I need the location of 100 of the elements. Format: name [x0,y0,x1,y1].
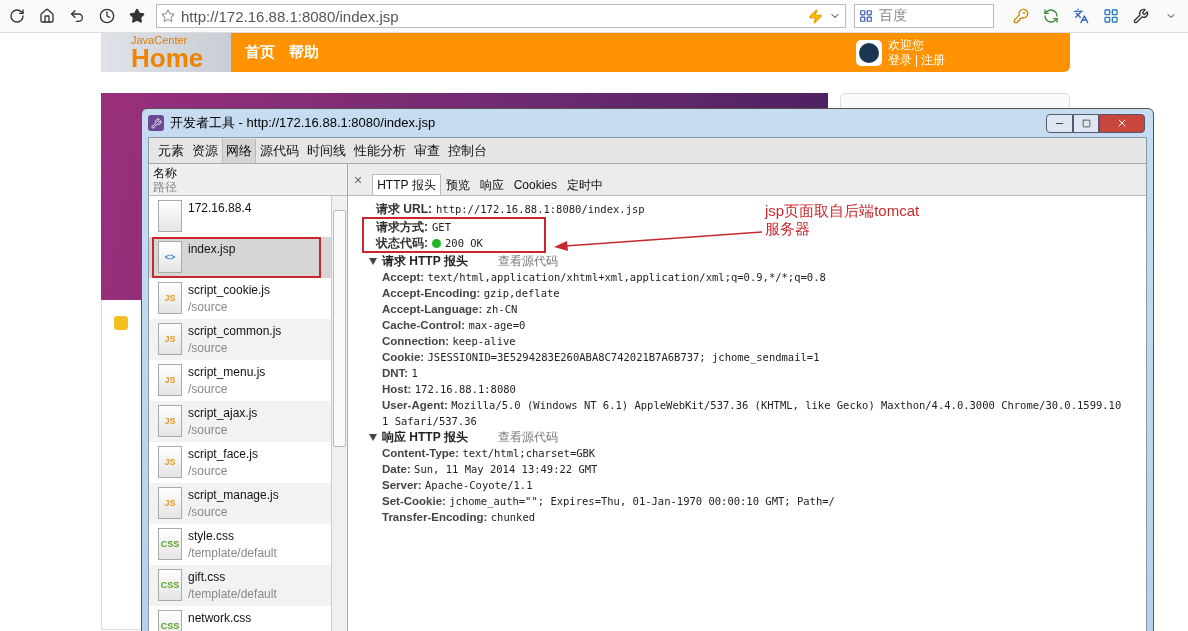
grid-icon [1103,8,1119,24]
request-name: style.css [188,528,235,545]
header-line: Server: Apache-Coyote/1.1 [382,478,534,493]
separator-text: | [914,52,918,68]
header-line: Accept: text/html,application/xhtml+xml,application/xml;q=0.9,*/*;q=0.8 [382,270,827,285]
panel-tab[interactable]: 审查 [410,138,444,163]
key-icon [1013,8,1029,24]
header-line: Transfer-Encoding: chunked [382,510,537,525]
detail-tab[interactable]: 预览 [440,174,475,195]
js-file-icon: JS [158,446,182,478]
panel-tab[interactable]: 源代码 [256,138,303,163]
expand-toggle[interactable] [368,256,378,266]
request-name: script_common.js [188,323,282,340]
request-name: index.jsp [188,241,236,258]
field-value: 200 OK [445,236,483,251]
star-icon [129,8,145,24]
maximize-button[interactable] [1073,113,1099,133]
request-name: script_cookie.js [188,282,271,299]
header-line: Set-Cookie: jchome_auth=""; Expires=Thu, 01-Jan-1970 00:00:10 GMT; Path=/ [382,494,836,509]
code-file-icon: <> [158,241,182,273]
header-line: Accept-Encoding: gzip,deflate [382,286,561,301]
request-row[interactable]: JS script_manage.js /source [149,483,331,524]
path-column-label: 路径 [153,179,178,194]
address-field[interactable]: http://172.16.88.1:8080/index.jsp [156,4,846,28]
request-path: /template/default [188,586,277,603]
header-line: Accept-Language: zh-CN [382,302,519,317]
panel-tab[interactable]: 性能分析 [350,138,410,163]
lightning-icon [808,8,823,24]
detail-tab[interactable]: Cookies [508,174,562,195]
request-path: /source [188,504,229,521]
close-icon [1116,117,1128,129]
request-name: network.css [188,610,252,627]
request-name: script_ajax.js [188,405,258,422]
close-button[interactable] [1099,113,1145,133]
section-title: 请求 HTTP 报头 [382,253,468,269]
blank-file-icon [158,200,182,232]
url-text: http://172.16.88.1:8080/index.jsp [181,7,400,25]
field-label: 请求 URL: [376,201,432,217]
field-value: GET [432,220,451,235]
header-line: Cache-Control: max-age=0 [382,318,527,333]
search-engine-icon [859,9,873,23]
js-file-icon: JS [158,364,182,396]
js-file-icon: JS [158,405,182,437]
undo-arrow-icon [69,8,85,24]
header-line: Content-Type: text/html;charset=GBK [382,446,597,461]
header-line: Date: Sun, 11 May 2014 13:49:22 GMT [382,462,599,477]
request-row[interactable]: JS script_ajax.js /source [149,401,331,442]
close-detail-button[interactable]: × [354,171,363,188]
css-file-icon: CSS [158,610,182,631]
detail-tab[interactable]: 定时中 [562,174,608,195]
clock-icon [99,8,115,24]
refresh-icon [9,8,25,24]
request-path: /source [188,299,229,316]
request-row[interactable]: JS script_common.js /source [149,319,331,360]
detail-tab[interactable]: 响应 [474,174,509,195]
field-label: 状态代码: [376,235,428,251]
section-title: 响应 HTTP 报头 [382,429,468,445]
annotation-note: jsp页面取自后端tomcat 服务器 [765,202,920,238]
translate-icon [1073,8,1089,24]
field-value: http://172.16.88.1:8080/index.jsp [436,202,645,217]
welcome-text: 欢迎您 [887,37,925,53]
css-file-icon: CSS [158,569,182,601]
js-file-icon: JS [158,282,182,314]
request-name: 172.16.88.4 [188,200,252,217]
detail-tab[interactable]: HTTP 报头 [372,174,441,195]
request-path: /source [188,381,229,398]
request-path: /template/default [188,545,277,562]
css-file-icon: CSS [158,528,182,560]
view-source-link[interactable]: 查看源代码 [497,253,558,269]
panel-tab[interactable]: 元素 [154,138,188,163]
name-column-label: 名称 [153,165,178,180]
expand-toggle[interactable] [368,432,378,442]
js-file-icon: JS [158,323,182,355]
js-file-icon: JS [158,487,182,519]
home-icon [39,8,55,24]
header-line: DNT: 1 [382,366,419,381]
request-name: script_menu.js [188,364,266,381]
header-line: User-Agent: Mozilla/5.0 (Windows NT 6.1) AppleWebKit/537.36 (KHTML, like Gecko) Maxthon/4.4.0.3000 Chrome/30.0.1599.101 Safari/537.36 [382,398,1123,429]
panel-tab[interactable]: 网络 [222,138,256,163]
search-field[interactable]: 百度 [854,4,994,28]
tools-icon [148,115,164,131]
request-path: /source [188,463,229,480]
note-icon [114,316,128,330]
avatar-icon [855,39,882,66]
header-line: Cookie: JSESSIONID=3E5294283E260ABA8C742021B7A6B737; jchome_sendmail=1 [382,350,821,365]
panel-tab[interactable]: 控制台 [444,138,491,163]
request-row[interactable]: <> index.jsp [149,237,331,278]
wrench-icon [1133,8,1149,24]
minimize-button[interactable] [1046,113,1073,133]
star-icon [161,9,175,23]
request-path: /source [188,422,229,439]
request-name: gift.css [188,569,227,586]
panel-tab[interactable]: 时间线 [303,138,350,163]
window-title: 开发者工具 - http://172.16.88.1:8080/index.jsp [170,114,436,132]
panel-tab[interactable]: 资源 [188,138,222,163]
header-line: Connection: keep-alive [382,334,517,349]
scrollbar[interactable] [331,196,347,631]
view-source-link[interactable]: 查看源代码 [497,429,558,445]
request-name: script_manage.js [188,487,279,504]
request-path: /source [188,340,229,357]
